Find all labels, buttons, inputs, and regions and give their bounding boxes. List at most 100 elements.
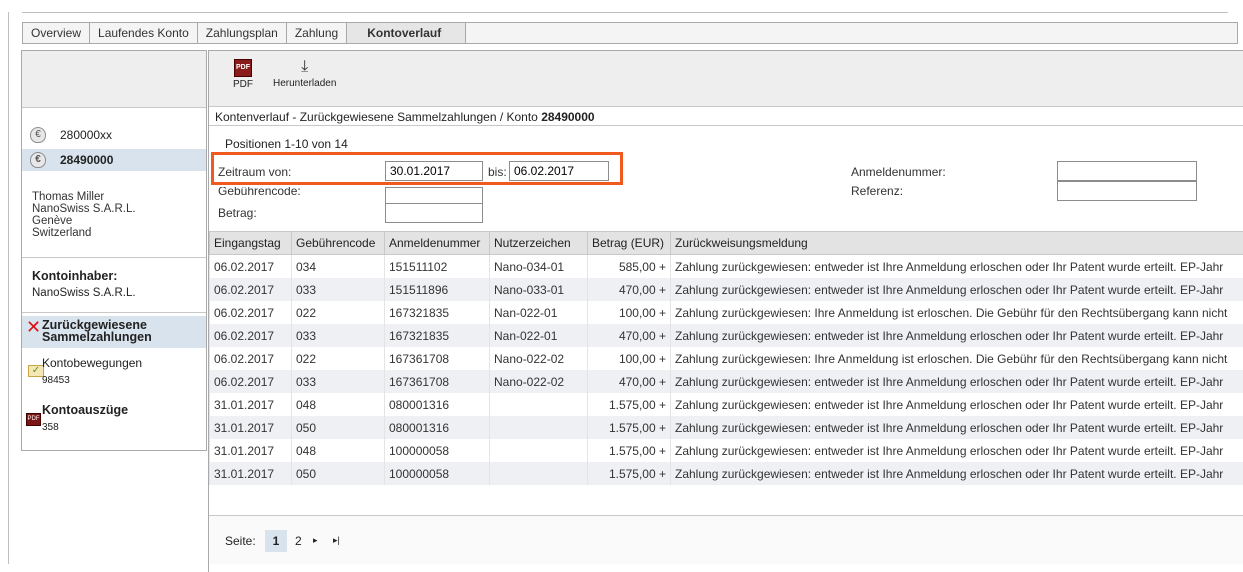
nav-kontoauszuege[interactable]: PDF Kontoauszüge 358	[22, 403, 206, 437]
cell-user-reference	[490, 393, 588, 416]
table-row[interactable]: 31.01.20170480800013161.575,00 +Zahlung …	[210, 393, 1243, 416]
tab-kontoverlauf[interactable]: Kontoverlauf	[347, 23, 466, 43]
address-line: NanoSwiss S.A.R.L.	[32, 203, 136, 215]
cell-amount: 1.575,00 +	[588, 416, 671, 439]
cell-fee-code: 050	[292, 462, 385, 485]
cell-amount: 470,00 +	[588, 370, 671, 393]
cell-application-number: 167321835	[385, 324, 490, 347]
address-line: Genève	[32, 215, 136, 227]
table-row[interactable]: 06.02.2017022167321835Nan-022-01100,00 +…	[210, 301, 1243, 324]
cell-amount: 1.575,00 +	[588, 439, 671, 462]
pdf-label: PDF	[233, 79, 253, 90]
column-header[interactable]: Zurückweisungsmeldung	[671, 232, 1243, 255]
pdf-button[interactable]: PDF PDF	[233, 59, 253, 90]
betrag-input[interactable]	[385, 203, 483, 223]
gebuehrencode-label: Gebührencode:	[218, 187, 301, 196]
cell-fee-code: 033	[292, 278, 385, 301]
tab-zahlung[interactable]: Zahlung	[287, 23, 347, 43]
cell-message: Zahlung zurückgewiesen: Ihre Anmeldung i…	[671, 347, 1243, 370]
cell-message: Zahlung zurückgewiesen: entweder ist Ihr…	[671, 439, 1243, 462]
cell-date: 31.01.2017	[210, 393, 292, 416]
cell-application-number: 167321835	[385, 301, 490, 324]
table-row[interactable]: 31.01.20170481000000581.575,00 +Zahlung …	[210, 439, 1243, 462]
cell-amount: 100,00 +	[588, 347, 671, 370]
cell-application-number: 100000058	[385, 462, 490, 485]
cell-message: Zahlung zurückgewiesen: entweder ist Ihr…	[671, 255, 1243, 279]
positions-count: Positionen 1-10 von 14	[225, 137, 348, 151]
tab-overview[interactable]: Overview	[23, 23, 90, 43]
account-item-1[interactable]: € 280000xx	[22, 124, 206, 146]
tab-zahlungsplan[interactable]: Zahlungsplan	[198, 23, 287, 43]
breadcrumb-account: 28490000	[541, 110, 594, 124]
next-page-icon[interactable]: ▸	[313, 535, 318, 546]
table-row[interactable]: 06.02.2017033151511896Nano-033-01470,00 …	[210, 278, 1243, 301]
cell-application-number: 151511102	[385, 255, 490, 279]
cell-date: 31.01.2017	[210, 439, 292, 462]
sidebar-header	[22, 51, 206, 108]
owner-title: Kontoinhaber:	[32, 269, 117, 283]
referenz-label: Referenz:	[851, 184, 903, 198]
table-row[interactable]: 06.02.2017033167321835Nan-022-01470,00 +…	[210, 324, 1243, 347]
cell-application-number: 151511896	[385, 278, 490, 301]
account-number: 280000xx	[60, 128, 112, 142]
cell-application-number: 167361708	[385, 370, 490, 393]
address-line: Switzerland	[32, 227, 136, 239]
table-row[interactable]: 06.02.2017033167361708Nano-022-02470,00 …	[210, 370, 1243, 393]
cell-amount: 100,00 +	[588, 301, 671, 324]
column-header[interactable]: Anmeldenummer	[385, 232, 490, 255]
cell-user-reference: Nan-022-01	[490, 301, 588, 324]
cell-date: 06.02.2017	[210, 278, 292, 301]
cell-fee-code: 022	[292, 301, 385, 324]
cell-user-reference: Nan-022-01	[490, 324, 588, 347]
cell-date: 06.02.2017	[210, 347, 292, 370]
pager: Seite: 1 2 ▸ ▸|	[209, 515, 1243, 564]
gebuehrencode-input[interactable]	[385, 187, 483, 204]
table-header-row: Eingangstag Gebührencode Anmeldenummer N…	[210, 232, 1243, 255]
cell-user-reference: Nano-022-02	[490, 347, 588, 370]
cell-application-number: 167361708	[385, 347, 490, 370]
download-label: Herunterladen	[273, 78, 336, 89]
cell-fee-code: 034	[292, 255, 385, 279]
cell-application-number: 080001316	[385, 393, 490, 416]
pdf-icon: PDF	[26, 413, 41, 426]
cell-amount: 470,00 +	[588, 324, 671, 347]
column-header[interactable]: Nutzerzeichen	[490, 232, 588, 255]
cell-application-number: 080001316	[385, 416, 490, 439]
nav-zurueckgewiesene-sammelzahlungen[interactable]: ✕ Zurückgewiesene Sammelzahlungen	[22, 316, 206, 348]
table-row[interactable]: 06.02.2017022167361708Nano-022-02100,00 …	[210, 347, 1243, 370]
table-row[interactable]: 06.02.2017034151511102Nano-034-01585,00 …	[210, 255, 1243, 279]
column-header[interactable]: Gebührencode	[292, 232, 385, 255]
tab-laufendes-konto[interactable]: Laufendes Konto	[90, 23, 198, 43]
nav-kontobewegungen[interactable]: ✓ Kontobewegungen 98453	[22, 351, 206, 387]
anmeldenummer-input[interactable]	[1057, 161, 1197, 181]
table-row[interactable]: 31.01.20170500800013161.575,00 +Zahlung …	[210, 416, 1243, 439]
column-header[interactable]: Eingangstag	[210, 232, 292, 255]
account-number: 28490000	[60, 153, 113, 167]
anmeldenummer-label: Anmeldenummer:	[851, 165, 946, 179]
divider	[22, 312, 206, 313]
cell-message: Zahlung zurückgewiesen: Ihre Anmeldung i…	[671, 301, 1243, 324]
cell-fee-code: 048	[292, 393, 385, 416]
column-header[interactable]: Betrag (EUR)	[588, 232, 671, 255]
referenz-input[interactable]	[1057, 181, 1197, 201]
cell-date: 06.02.2017	[210, 301, 292, 324]
sidebar: € 280000xx € 28490000 Thomas Miller Nano…	[21, 50, 207, 451]
page-2-button[interactable]: 2	[295, 534, 302, 548]
cell-message: Zahlung zurückgewiesen: entweder ist Ihr…	[671, 416, 1243, 439]
toolbar: PDF PDF ⤓ Herunterladen	[209, 50, 1243, 107]
last-page-icon[interactable]: ▸|	[333, 535, 340, 546]
download-button[interactable]: ⤓ Herunterladen	[273, 59, 336, 89]
table-row[interactable]: 31.01.20170501000000581.575,00 +Zahlung …	[210, 462, 1243, 485]
cell-user-reference: Nano-033-01	[490, 278, 588, 301]
nav-count: 358	[42, 422, 59, 433]
cell-user-reference	[490, 462, 588, 485]
cell-user-reference: Nano-022-02	[490, 370, 588, 393]
nav-label: Zurückgewiesene Sammelzahlungen	[42, 319, 206, 343]
cell-user-reference: Nano-034-01	[490, 255, 588, 279]
x-mark-icon: ✕	[26, 318, 41, 336]
cell-user-reference	[490, 416, 588, 439]
page-1-button[interactable]: 1	[265, 530, 287, 552]
address-line: Thomas Miller	[32, 191, 136, 203]
account-item-2[interactable]: € 28490000	[22, 149, 206, 171]
cell-user-reference	[490, 439, 588, 462]
